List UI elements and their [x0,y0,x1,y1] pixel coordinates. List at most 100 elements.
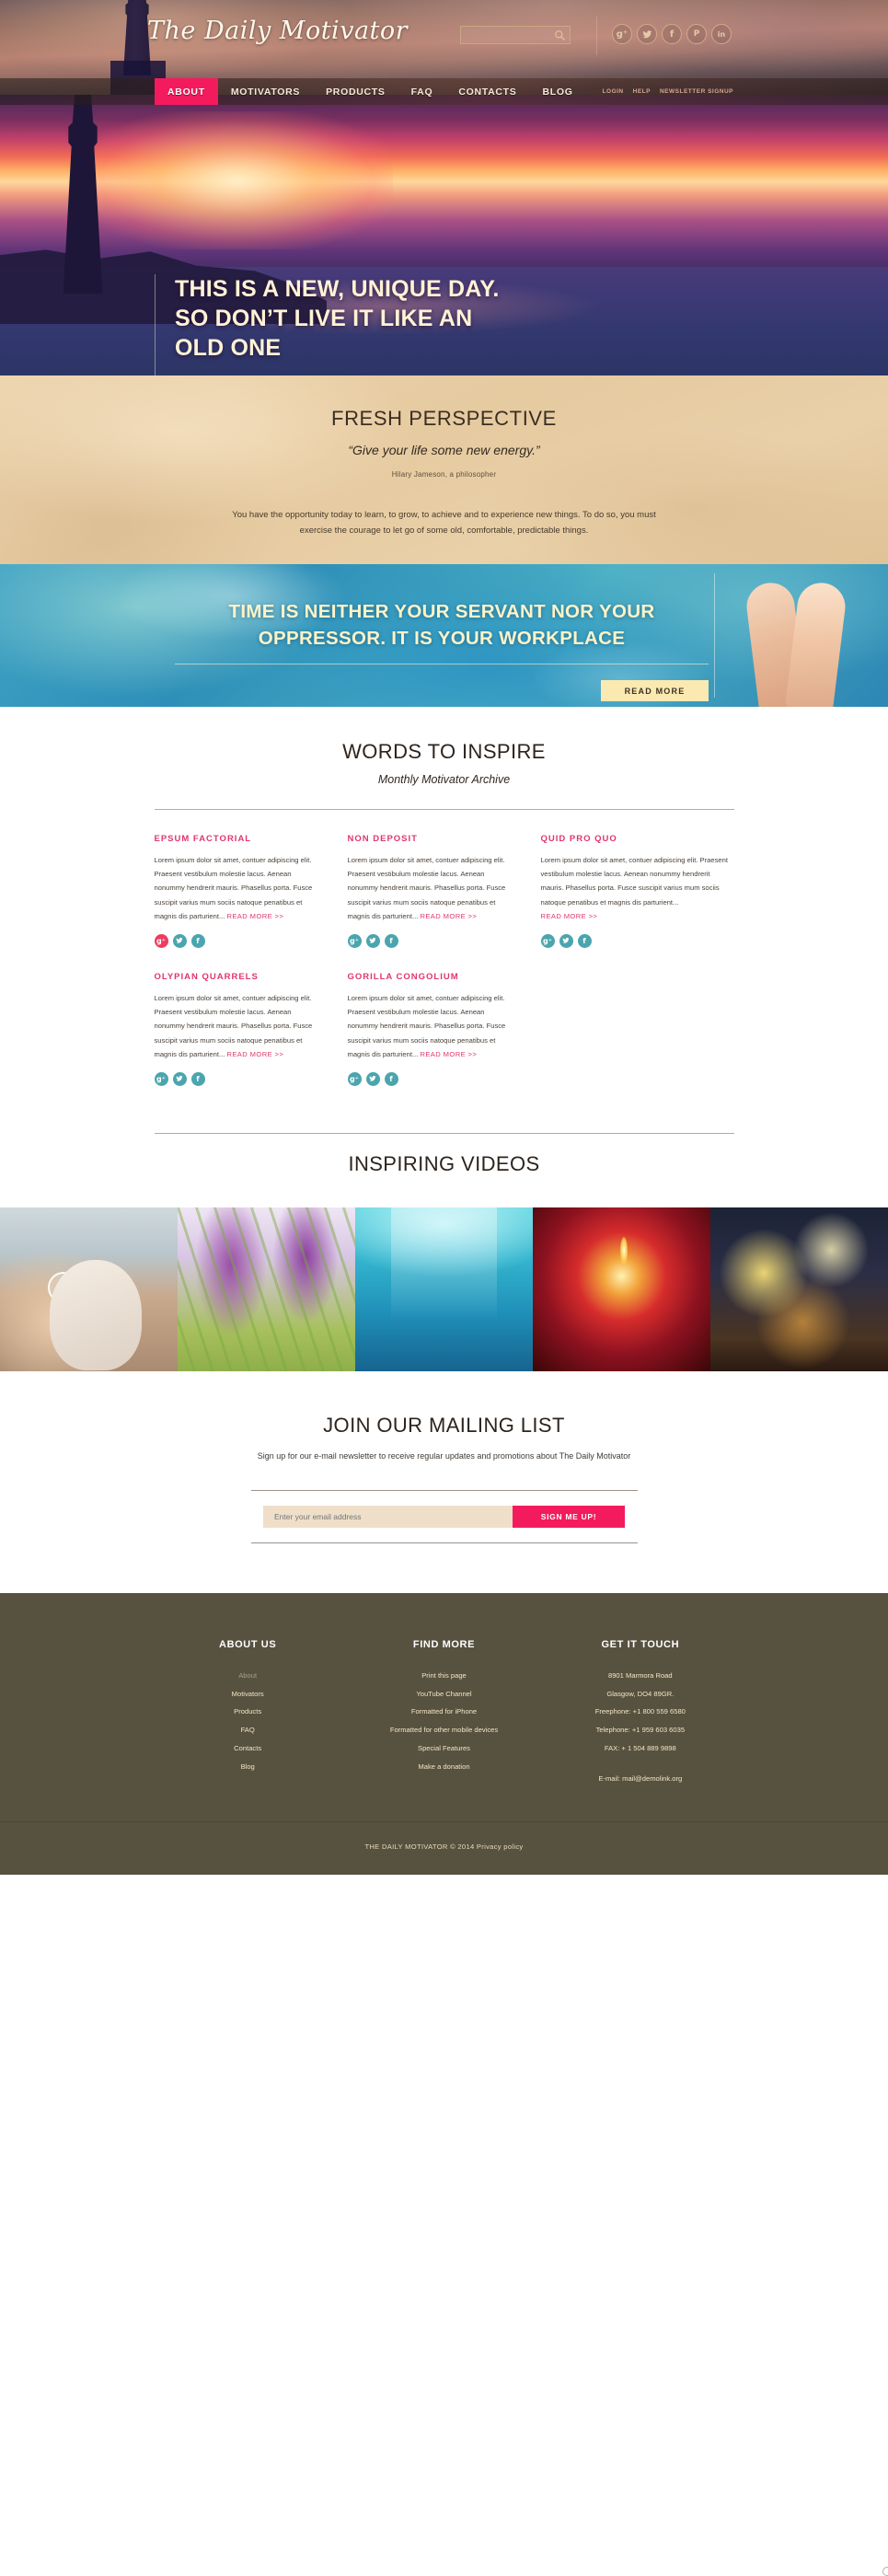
article-card-text: Lorem ipsum dolor sit amet, contuer adip… [347,993,506,1058]
twitter-icon[interactable] [365,1071,380,1086]
article-card-social: g⁺ f [347,933,510,948]
footer-link-about[interactable]: About [150,1667,346,1685]
footer-link-special-features[interactable]: Special Features [346,1739,542,1758]
google-plus-icon[interactable]: g⁺ [154,1071,168,1086]
twitter-icon[interactable] [172,933,187,948]
banner-read-more-button[interactable]: READ MORE [601,680,709,702]
linkedin-icon[interactable]: in [711,24,732,44]
facebook-icon[interactable]: f [384,933,398,948]
footer-about-list: About Motivators Products FAQ Contacts B… [150,1667,346,1775]
footer-about-title: ABOUT US [219,1638,277,1650]
twitter-bird-glyph [176,1076,183,1082]
footer-link-print-page[interactable]: Print this page [346,1667,542,1685]
facebook-icon[interactable]: f [662,24,682,44]
article-read-more-link[interactable]: READ MORE >> [226,1050,283,1058]
article-card-title[interactable]: EPSUM FACTORIAL [155,834,317,844]
article-read-more-link[interactable]: READ MORE >> [226,912,283,920]
article-read-more-link[interactable]: READ MORE >> [541,912,598,920]
article-read-more-link[interactable]: READ MORE >> [420,912,477,920]
video-thumb-candle[interactable] [533,1207,710,1371]
footer-link-youtube[interactable]: YouTube Channel [346,1685,542,1704]
page-root: The Daily Motivator g⁺ f P in ABOUT MOTI… [0,0,888,2576]
email-input[interactable] [263,1505,513,1528]
play-icon[interactable] [48,1271,79,1303]
header-divider [596,17,597,55]
site-logo[interactable]: The Daily Motivator [147,17,408,45]
video-thumb-crocus[interactable] [178,1207,355,1371]
google-plus-icon[interactable]: g⁺ [540,933,555,948]
facebook-icon[interactable]: f [190,933,205,948]
article-card-text: Lorem ipsum dolor sit amet, contuer adip… [154,856,313,920]
twitter-icon[interactable] [637,24,657,44]
article-card-title[interactable]: OLYPIAN QUARRELS [155,972,317,982]
facebook-icon[interactable]: f [190,1071,205,1086]
footer-link-products[interactable]: Products [150,1703,346,1721]
praying-hands-image [744,575,857,707]
help-link[interactable]: HELP [633,88,651,95]
footer-column-find-more: FIND MORE Print this page YouTube Channe… [346,1639,542,1783]
nav-item-products[interactable]: PRODUCTS [313,78,398,105]
footer-link-blog[interactable]: Blog [150,1758,346,1776]
facebook-icon[interactable]: f [384,1071,398,1086]
twitter-icon[interactable] [172,1071,187,1086]
search-icon[interactable] [554,29,566,41]
article-card-body: Lorem ipsum dolor sit amet, contuer adip… [541,853,734,923]
nav-item-motivators[interactable]: MOTIVATORS [218,78,313,105]
nav-item-contacts[interactable]: CONTACTS [445,78,529,105]
article-card: NON DEPOSIT Lorem ipsum dolor sit amet, … [347,834,541,948]
footer-contact-title: GET IT TOUCH [601,1638,680,1650]
nav-item-faq[interactable]: FAQ [398,78,446,105]
twitter-icon[interactable] [365,933,380,948]
article-card: GORILLA CONGOLIUM Lorem ipsum dolor sit … [347,972,541,1086]
banner-content: TIME IS NEITHER YOUR SERVANT NOR YOUR OP… [175,599,709,702]
footer-find-more-title: FIND MORE [412,1638,476,1650]
words-to-inspire-section: WORDS TO INSPIRE Monthly Motivator Archi… [0,707,888,1176]
article-card-title[interactable]: QUID PRO QUO [541,834,734,844]
login-link[interactable]: LOGIN [603,88,624,95]
article-card-text: Lorem ipsum dolor sit amet, contuer adip… [347,856,506,920]
newsletter-signup-link[interactable]: NEWSLETTER SIGNUP [660,88,733,95]
google-plus-icon[interactable]: g⁺ [347,933,362,948]
mailing-rule-bottom [250,1542,638,1543]
hero-sunset-glow [79,111,393,250]
fresh-perspective-quote: “Give your life some new energy.” [348,443,540,457]
words-section-rule-bottom [154,1132,734,1134]
article-card-social: g⁺ f [154,1071,317,1086]
footer-find-more-list: Print this page YouTube Channel Formatte… [346,1667,542,1775]
google-plus-icon[interactable]: g⁺ [347,1071,362,1086]
footer-link-contacts[interactable]: Contacts [150,1739,346,1758]
footer-link-motivators[interactable]: Motivators [150,1685,346,1704]
search-box[interactable] [460,26,571,45]
footer-columns: ABOUT US About Motivators Products FAQ C… [150,1639,739,1783]
search-input[interactable] [461,28,549,45]
footer-link-faq[interactable]: FAQ [150,1721,346,1739]
twitter-bird-glyph [562,938,570,944]
article-card-title[interactable]: GORILLA CONGOLIUM [348,972,510,982]
nav-item-about[interactable]: ABOUT [155,78,218,105]
footer-link-iphone[interactable]: Formatted for iPhone [346,1703,542,1721]
facebook-icon[interactable]: f [577,933,592,948]
video-thumb-ocean[interactable] [355,1207,533,1371]
video-thumbnail-strip [0,1207,888,1371]
article-read-more-link[interactable]: READ MORE >> [420,1050,477,1058]
video-thumb-couple[interactable] [0,1207,178,1371]
mailing-list-title: JOIN OUR MAILING LIST [323,1413,565,1437]
video-thumb-fairground[interactable] [710,1207,888,1371]
article-card: QUID PRO QUO Lorem ipsum dolor sit amet,… [540,834,734,948]
article-card-text: Lorem ipsum dolor sit amet, contuer adip… [154,993,313,1058]
nav-item-blog[interactable]: BLOG [529,78,585,105]
sign-me-up-button[interactable]: SIGN ME UP! [513,1505,625,1528]
contact-email[interactable]: E-mail: mail@demolink.org [542,1774,738,1783]
pinterest-icon[interactable]: P [686,24,707,44]
site-footer: ABOUT US About Motivators Products FAQ C… [0,1592,888,1875]
scroll-indicator-dot[interactable] [882,2566,888,2576]
footer-link-mobile[interactable]: Formatted for other mobile devices [346,1721,542,1739]
twitter-icon[interactable] [559,933,573,948]
footer-link-donation[interactable]: Make a donation [346,1758,542,1776]
google-plus-icon[interactable]: g⁺ [154,933,168,948]
hero-content: THIS IS A NEW, UNIQUE DAY. SO DON’T LIVE… [175,274,571,375]
mailing-signup-form: SIGN ME UP! [263,1505,625,1528]
google-plus-icon[interactable]: g⁺ [612,24,632,44]
twitter-bird-glyph [369,1076,376,1082]
article-card-title[interactable]: NON DEPOSIT [348,834,510,844]
